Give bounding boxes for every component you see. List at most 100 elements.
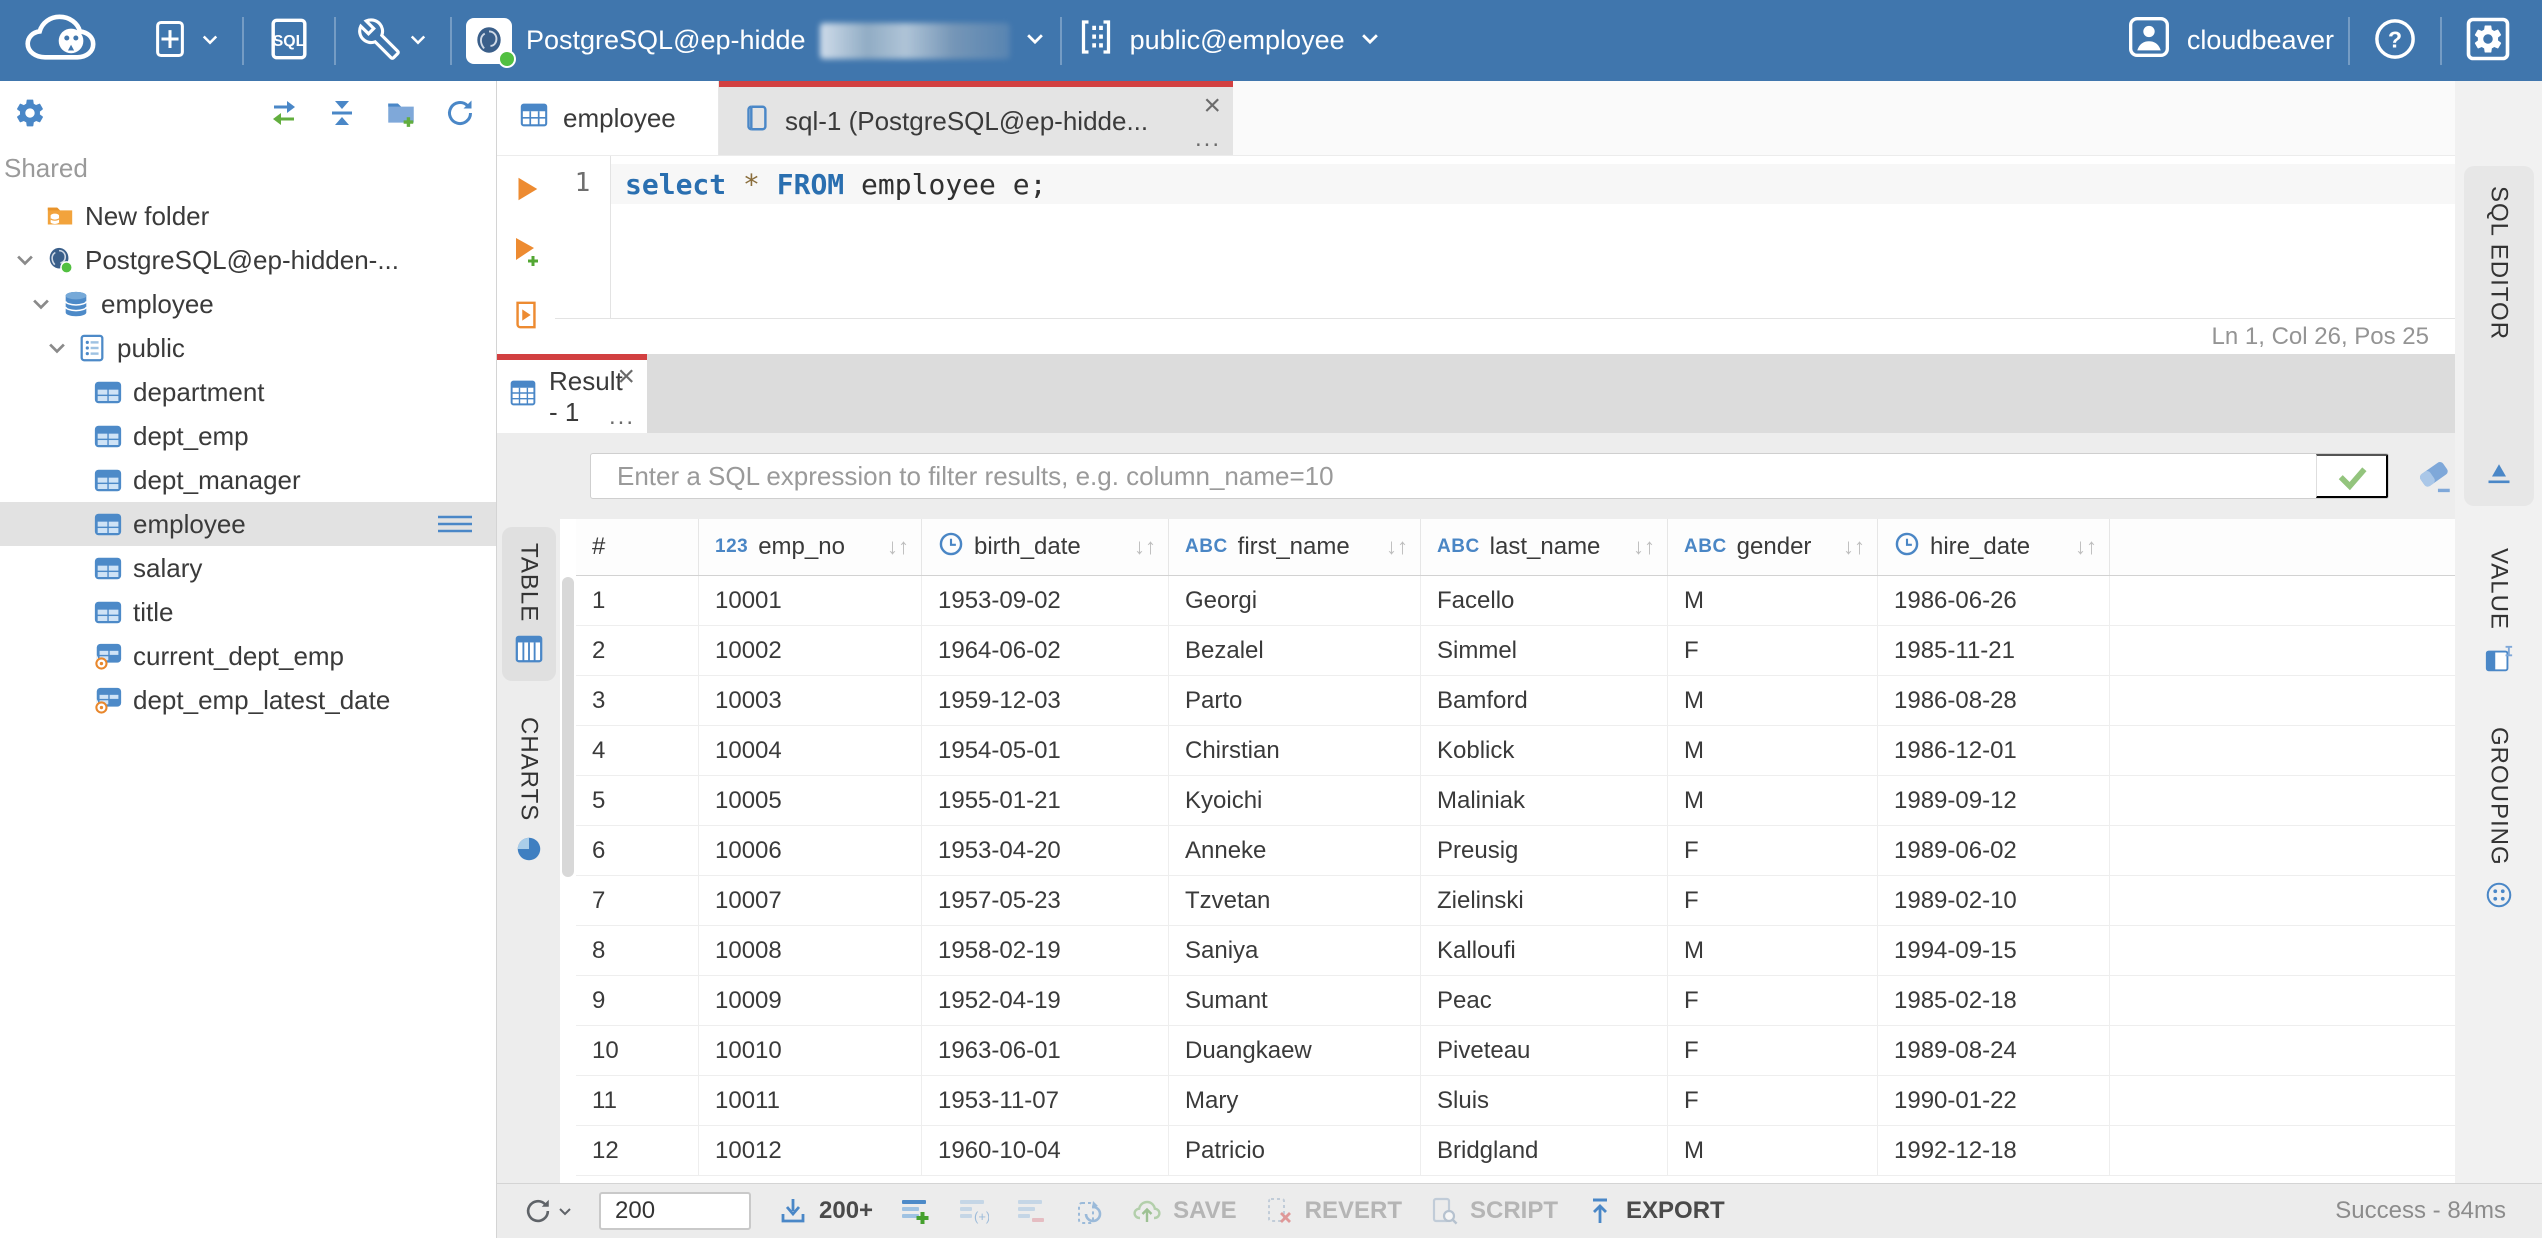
grid-cell[interactable]: F [1668, 626, 1878, 675]
grid-cell[interactable]: 1953-09-02 [922, 576, 1169, 625]
column-header-num[interactable]: # [576, 519, 699, 575]
grid-cell[interactable]: 1953-11-07 [922, 1076, 1169, 1125]
grid-cell[interactable]: 1992-12-18 [1878, 1126, 2110, 1175]
export-button[interactable]: EXPORT [1584, 1195, 1725, 1227]
refresh-tree-button[interactable] [444, 97, 476, 129]
script-button[interactable]: SCRIPT [1428, 1195, 1558, 1227]
grid-cell[interactable]: F [1668, 1026, 1878, 1075]
filter-input[interactable] [591, 460, 2316, 492]
new-connection-button[interactable] [140, 17, 228, 64]
grid-cell[interactable]: Tzvetan [1169, 876, 1421, 925]
grid-scrollbar[interactable] [560, 519, 576, 1183]
grid-cell[interactable]: 1953-04-20 [922, 826, 1169, 875]
grid-cell[interactable]: M [1668, 726, 1878, 775]
grid-cell[interactable]: F [1668, 826, 1878, 875]
tab-result-1[interactable]: Result - 1 × ... [497, 354, 647, 433]
tab-sql-editor-panel[interactable]: SQL EDITOR [2463, 166, 2534, 506]
grid-cell[interactable]: Simmel [1421, 626, 1668, 675]
tab-sql-1[interactable]: sql-1 (PostgreSQL@ep-hidde... × ... [719, 81, 1233, 155]
tab-grouping-panel[interactable]: GROUPING [2464, 707, 2534, 929]
grid-cell[interactable]: Piveteau [1421, 1026, 1668, 1075]
row-limit-input[interactable] [599, 1192, 751, 1230]
grid-cell[interactable]: 10004 [699, 726, 922, 775]
open-sql-editor-button[interactable]: SQL [258, 16, 320, 65]
delete-row-button[interactable] [1015, 1195, 1047, 1227]
tree-item-employee[interactable]: employee [0, 502, 496, 546]
grid-cell[interactable]: Koblick [1421, 726, 1668, 775]
tree-item-new-folder[interactable]: New folder [0, 194, 496, 238]
help-button[interactable]: ? [2364, 16, 2426, 65]
column-header-birth_date[interactable]: birth_date ↓↑ [922, 519, 1169, 575]
grid-cell[interactable]: 1954-05-01 [922, 726, 1169, 775]
revert-button[interactable]: REVERT [1263, 1195, 1402, 1227]
grid-cell[interactable]: Bezalel [1169, 626, 1421, 675]
column-header-last_name[interactable]: ABC last_name ↓↑ [1421, 519, 1668, 575]
grid-cell[interactable]: 10010 [699, 1026, 922, 1075]
grid-cell[interactable]: 1959-12-03 [922, 676, 1169, 725]
execute-script-button[interactable] [511, 300, 541, 330]
tab-menu-icon[interactable]: ... [1195, 125, 1221, 153]
grid-cell[interactable]: 1989-06-02 [1878, 826, 2110, 875]
row-number-cell[interactable]: 11 [576, 1076, 699, 1125]
grid-cell[interactable]: M [1668, 926, 1878, 975]
navigator-settings-button[interactable] [14, 97, 46, 129]
grid-cell[interactable]: 1958-02-19 [922, 926, 1169, 975]
grid-cell[interactable]: Maliniak [1421, 776, 1668, 825]
grid-cell[interactable]: M [1668, 576, 1878, 625]
tree-item-current-dept-emp[interactable]: current_dept_emp [0, 634, 496, 678]
grid-cell[interactable]: Chirstian [1169, 726, 1421, 775]
grid-cell[interactable]: 10001 [699, 576, 922, 625]
column-header-emp_no[interactable]: 123 emp_no ↓↑ [699, 519, 922, 575]
user-menu[interactable]: cloudbeaver [2127, 15, 2334, 66]
execute-new-tab-button[interactable] [510, 236, 542, 268]
grid-cell[interactable]: 1985-02-18 [1878, 976, 2110, 1025]
link-with-editor-button[interactable] [268, 97, 300, 129]
grid-cell[interactable]: 1986-06-26 [1878, 576, 2110, 625]
fetch-more-button[interactable]: 200+ [777, 1195, 873, 1227]
grid-cell[interactable]: 1986-08-28 [1878, 676, 2110, 725]
code-line[interactable]: select * FROM employee e; [611, 164, 2455, 204]
tab-charts-view[interactable]: CHARTS [502, 701, 556, 880]
grid-cell[interactable]: 1963-06-01 [922, 1026, 1169, 1075]
grid-cell[interactable]: 10005 [699, 776, 922, 825]
sort-arrows-icon[interactable]: ↓↑ [1633, 534, 1655, 560]
grid-cell[interactable]: 1989-08-24 [1878, 1026, 2110, 1075]
grid-cell[interactable]: Peac [1421, 976, 1668, 1025]
grid-cell[interactable]: 1960-10-04 [922, 1126, 1169, 1175]
grid-cell[interactable]: Saniya [1169, 926, 1421, 975]
result-menu-icon[interactable]: ... [609, 403, 635, 431]
grid-cell[interactable]: M [1668, 1126, 1878, 1175]
grid-cell[interactable]: M [1668, 676, 1878, 725]
tree-item-salary[interactable]: salary [0, 546, 496, 590]
row-number-cell[interactable]: 3 [576, 676, 699, 725]
grid-cell[interactable]: Zielinski [1421, 876, 1668, 925]
expand-chevron-icon[interactable] [7, 249, 43, 271]
grid-cell[interactable]: Duangkaew [1169, 1026, 1421, 1075]
grid-cell[interactable]: Sluis [1421, 1076, 1668, 1125]
grid-cell[interactable]: 10012 [699, 1126, 922, 1175]
new-folder-button[interactable] [384, 96, 418, 130]
sort-arrows-icon[interactable]: ↓↑ [1134, 534, 1156, 560]
grid-cell[interactable]: 1952-04-19 [922, 976, 1169, 1025]
expand-chevron-icon[interactable] [23, 293, 59, 315]
row-number-cell[interactable]: 9 [576, 976, 699, 1025]
grid-cell[interactable]: Parto [1169, 676, 1421, 725]
grid-cell[interactable]: 1986-12-01 [1878, 726, 2110, 775]
grid-cell[interactable]: 1989-09-12 [1878, 776, 2110, 825]
sort-arrows-icon[interactable]: ↓↑ [1386, 534, 1408, 560]
grid-cell[interactable]: Anneke [1169, 826, 1421, 875]
sort-arrows-icon[interactable]: ↓↑ [2075, 534, 2097, 560]
driver-tools-button[interactable] [350, 18, 436, 63]
tab-employee[interactable]: employee [497, 81, 719, 155]
row-number-cell[interactable]: 5 [576, 776, 699, 825]
grid-cell[interactable]: 10008 [699, 926, 922, 975]
row-menu-icon[interactable] [436, 510, 474, 538]
scrollbar-thumb[interactable] [562, 577, 574, 877]
grid-cell[interactable]: 1989-02-10 [1878, 876, 2110, 925]
duplicate-row-button[interactable]: (+) [957, 1195, 989, 1227]
grid-cell[interactable]: 10002 [699, 626, 922, 675]
grid-cell[interactable]: 1964-06-02 [922, 626, 1169, 675]
grid-cell[interactable]: Kyoichi [1169, 776, 1421, 825]
tree-item-department[interactable]: department [0, 370, 496, 414]
tree-item-employee[interactable]: employee [0, 282, 496, 326]
